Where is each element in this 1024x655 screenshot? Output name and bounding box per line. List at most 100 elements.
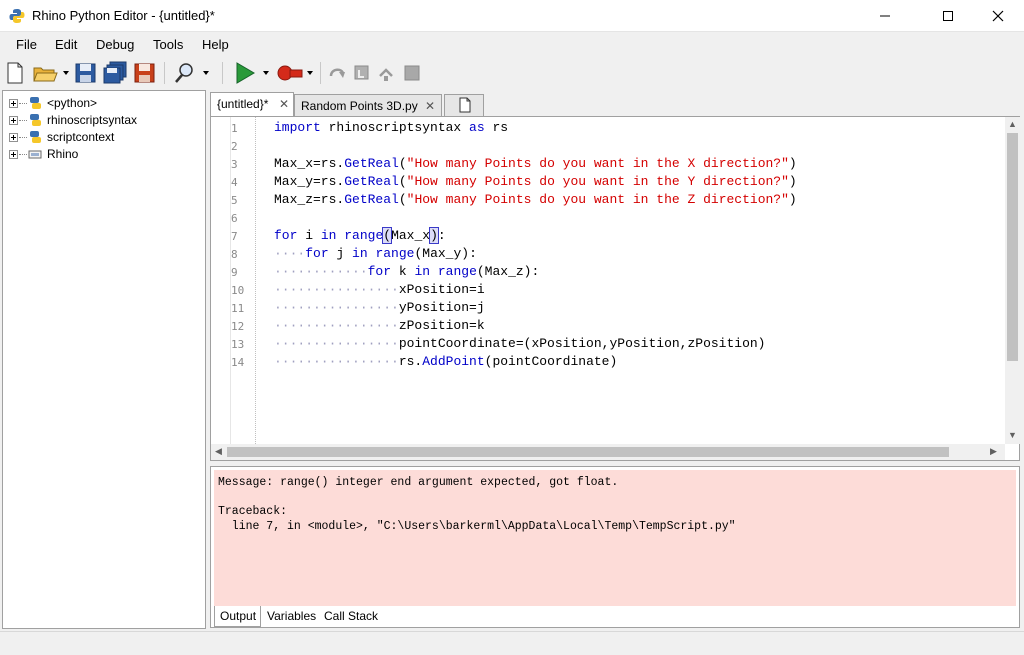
save-as-button[interactable]: [133, 60, 157, 86]
save-as-icon: [134, 63, 155, 83]
expand-icon[interactable]: [9, 133, 18, 142]
scroll-right-icon[interactable]: ▶: [990, 446, 997, 457]
code-line[interactable]: ················zPosition=k: [274, 318, 485, 333]
code-line[interactable]: ················rs.AddPoint(pointCoordin…: [274, 354, 617, 369]
step-into-button[interactable]: [352, 60, 372, 86]
tab-random-points[interactable]: Random Points 3D.py ✕: [294, 94, 442, 116]
vertical-scrollbar[interactable]: ▲ ▼: [1005, 117, 1020, 444]
tab-close-icon[interactable]: ✕: [425, 99, 435, 113]
new-tab-button[interactable]: [444, 94, 484, 116]
code-line[interactable]: ················pointCoordinate=(xPositi…: [274, 336, 766, 351]
error-output: Message: range() integer end argument ex…: [214, 470, 1016, 606]
scroll-down-icon[interactable]: ▼: [1008, 430, 1017, 440]
run-button[interactable]: [232, 60, 274, 86]
code-line[interactable]: ············for k in range(Max_z):: [274, 264, 539, 279]
line-number: 10: [231, 284, 245, 297]
tab-output[interactable]: Output: [214, 606, 261, 627]
scrollbar-thumb[interactable]: [1007, 133, 1018, 361]
brace-highlight: (: [382, 227, 393, 244]
code-line[interactable]: Max_x=rs.GetReal("How many Points do you…: [274, 156, 797, 171]
minimize-button[interactable]: [862, 0, 908, 32]
code-line[interactable]: ················yPosition=j: [274, 300, 485, 315]
menu-file[interactable]: File: [16, 37, 37, 52]
status-bar: [0, 631, 1024, 655]
code-line[interactable]: Max_y=rs.GetReal("How many Points do you…: [274, 174, 797, 189]
tab-untitled[interactable]: {untitled}* ✕: [210, 92, 294, 117]
run-icon: [236, 62, 269, 84]
python-logo-icon: [9, 9, 25, 23]
menu-debug[interactable]: Debug: [96, 37, 134, 52]
step-over-button[interactable]: [328, 60, 348, 86]
tree-item-label: Rhino: [47, 147, 79, 161]
code-token: (Max_z):: [476, 264, 540, 279]
title-bar: Rhino Python Editor - {untitled}*: [0, 0, 1024, 32]
step-out-button[interactable]: [376, 60, 396, 86]
record-icon: [277, 65, 313, 81]
stop-button[interactable]: [402, 60, 422, 86]
close-window-button[interactable]: [975, 0, 1021, 32]
code-token: ): [788, 174, 797, 189]
code-line[interactable]: Max_z=rs.GetReal("How many Points do you…: [274, 192, 797, 207]
expand-icon[interactable]: [9, 116, 18, 125]
code-line[interactable]: import rhinoscriptsyntax as rs: [274, 120, 508, 135]
code-token: rs: [484, 120, 509, 135]
module-tree: <python> rhinoscriptsyntax scriptcontext…: [2, 90, 206, 629]
code-line[interactable]: ····for j in range(Max_y):: [274, 246, 477, 261]
code-token: (: [398, 156, 407, 171]
close-icon: [992, 10, 1004, 22]
code-token: i: [297, 228, 321, 243]
code-token: zPosition=k: [398, 318, 485, 333]
indent-guide: ················: [274, 300, 399, 315]
maximize-button[interactable]: [925, 0, 971, 32]
code-line[interactable]: ················xPosition=i: [274, 282, 485, 297]
keyword-token: in: [352, 246, 368, 261]
code-token: Max_y=rs.: [274, 174, 345, 189]
tab-variables[interactable]: Variables: [262, 606, 317, 627]
line-number: 14: [231, 356, 245, 369]
scrollbar-thumb[interactable]: [227, 447, 949, 457]
menu-tools[interactable]: Tools: [153, 37, 183, 52]
tree-item-label: rhinoscriptsyntax: [47, 113, 138, 127]
menu-help[interactable]: Help: [202, 37, 229, 52]
line-number: 6: [231, 212, 238, 225]
step-into-icon: [354, 65, 369, 80]
save-button[interactable]: [74, 60, 98, 86]
line-number: 4: [231, 176, 238, 189]
line-number: 12: [231, 320, 245, 333]
horizontal-scrollbar[interactable]: ◀ ▶: [211, 444, 1005, 460]
keyword-token: for: [305, 246, 329, 261]
tab-label: Output: [220, 609, 257, 623]
tree-item-label: <python>: [47, 96, 98, 110]
new-file-button[interactable]: [4, 60, 26, 86]
tab-label: {untitled}*: [217, 97, 269, 111]
open-file-button[interactable]: [32, 60, 72, 86]
tab-close-icon[interactable]: ✕: [279, 97, 289, 111]
line-number-gutter: 1 2 3 4 5 6 7 8 9 10 11 12 13 14: [211, 117, 256, 444]
tab-label: Call Stack: [324, 609, 379, 623]
find-icon: [175, 63, 209, 83]
debug-record-button[interactable]: [274, 60, 318, 86]
expand-icon[interactable]: [9, 99, 18, 108]
python-icon: [30, 114, 41, 126]
stop-icon: [404, 65, 420, 81]
line-number: 9: [231, 266, 238, 279]
function-token: GetReal: [344, 192, 399, 207]
line-number: 1: [231, 122, 238, 135]
output-panel: Message: range() integer end argument ex…: [210, 466, 1020, 628]
save-all-button[interactable]: [103, 60, 129, 86]
step-out-icon: [379, 68, 393, 81]
tree-connector: [19, 120, 27, 121]
scroll-left-icon[interactable]: ◀: [215, 446, 222, 457]
toolbar-separator: [320, 62, 321, 84]
code-token: (Max_y):: [414, 246, 477, 261]
function-token: GetReal: [344, 156, 399, 171]
menu-edit[interactable]: Edit: [55, 37, 77, 52]
code-editor[interactable]: 1 2 3 4 5 6 7 8 9 10 11 12 13 14 import …: [210, 116, 1020, 461]
code-line[interactable]: for i in range(Max_x):: [274, 227, 446, 244]
assembly-icon: [28, 150, 42, 159]
find-button[interactable]: [172, 60, 214, 86]
tab-call-stack[interactable]: Call Stack: [319, 606, 381, 627]
tab-label: Variables: [267, 609, 317, 623]
scroll-up-icon[interactable]: ▲: [1008, 119, 1017, 129]
expand-icon[interactable]: [9, 150, 18, 159]
